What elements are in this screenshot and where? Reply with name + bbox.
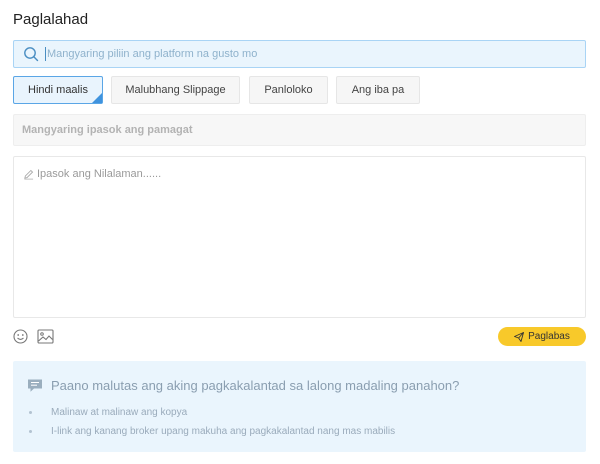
- help-title: Paano malutas ang aking pagkakalantad sa…: [51, 378, 460, 393]
- category-label: Panloloko: [264, 84, 313, 96]
- search-placeholder: Mangyaring piliin ang platform na gusto …: [47, 48, 258, 60]
- help-panel: Paano malutas ang aking pagkakalantad sa…: [13, 361, 586, 452]
- help-tip-text: Malinaw at malinaw ang kopya: [51, 407, 188, 418]
- chat-bubble-icon: [28, 379, 42, 392]
- search-icon: [24, 47, 39, 62]
- text-cursor: [45, 47, 46, 61]
- image-icon[interactable]: [37, 329, 54, 344]
- emoji-icon[interactable]: [13, 329, 28, 344]
- bullet-dot: [29, 411, 32, 414]
- content-textarea[interactable]: Ipasok ang Nilalaman......: [13, 156, 586, 318]
- title-input[interactable]: Mangyaring ipasok ang pamagat: [13, 114, 586, 146]
- bullet-dot: [29, 430, 32, 433]
- content-placeholder: Ipasok ang Nilalaman......: [37, 168, 162, 180]
- publish-button[interactable]: Paglabas: [498, 327, 586, 346]
- title-placeholder: Mangyaring ipasok ang pamagat: [22, 124, 193, 136]
- help-tip: Malinaw at malinaw ang kopya: [29, 407, 187, 418]
- category-label: Malubhang Slippage: [125, 84, 226, 96]
- content-placeholder-row: Ipasok ang Nilalaman......: [23, 168, 161, 180]
- help-tip: I-link ang kanang broker upang makuha an…: [29, 426, 395, 437]
- selected-corner-marker: [92, 93, 102, 103]
- help-tip-text: I-link ang kanang broker upang makuha an…: [51, 426, 396, 437]
- page-title: Paglalahad: [13, 11, 89, 28]
- category-label: Ang iba pa: [351, 84, 405, 96]
- category-label: Hindi maalis: [28, 84, 88, 96]
- send-icon: [514, 331, 525, 342]
- publish-label: Paglabas: [528, 331, 570, 342]
- pencil-icon: [24, 169, 34, 179]
- category-button-hindi-maalis[interactable]: Hindi maalis: [13, 76, 103, 104]
- category-button-panloloko[interactable]: Panloloko: [249, 76, 328, 104]
- category-button-malubhang-slippage[interactable]: Malubhang Slippage: [111, 76, 240, 104]
- platform-search-input[interactable]: Mangyaring piliin ang platform na gusto …: [13, 40, 586, 68]
- category-button-ang-iba-pa[interactable]: Ang iba pa: [336, 76, 420, 104]
